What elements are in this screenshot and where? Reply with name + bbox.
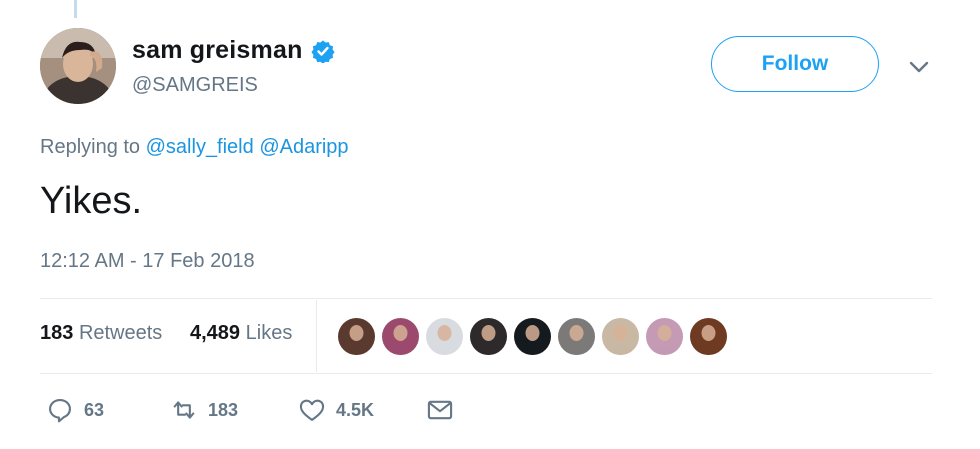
retweets-label: Retweets <box>78 322 163 344</box>
mention-link-adaripp[interactable]: @Adaripp <box>259 136 348 158</box>
verified-badge-icon <box>310 40 335 63</box>
tweet-header: sam greisman @SAMGREIS Follow <box>40 28 940 108</box>
liker-avatars <box>336 316 729 357</box>
likes-stat[interactable]: 4,489 Likes <box>190 322 292 345</box>
like-button[interactable]: 4.5K <box>298 396 374 424</box>
retweet-icon <box>173 401 195 419</box>
direct-message-button[interactable] <box>426 396 454 424</box>
liker-avatar[interactable] <box>512 316 553 357</box>
tweet-actions: 63 183 4.5K <box>40 390 640 434</box>
retweet-button[interactable]: 183 <box>170 396 238 424</box>
liker-avatar[interactable] <box>644 316 685 357</box>
retweet-count: 183 <box>208 399 239 420</box>
retweets-count: 183 <box>40 322 74 344</box>
liker-avatar[interactable] <box>556 316 597 357</box>
heart-icon <box>299 399 325 421</box>
avatar[interactable] <box>40 28 116 104</box>
thread-connector-line <box>74 0 77 18</box>
liker-avatar[interactable] <box>468 316 509 357</box>
like-count: 4.5K <box>336 399 375 420</box>
reply-count: 63 <box>84 399 105 420</box>
divider-bottom <box>40 373 932 374</box>
stats-divider <box>316 300 317 372</box>
liker-avatar[interactable] <box>380 316 421 357</box>
mention-link-sally-field[interactable]: @sally_field <box>146 136 254 158</box>
liker-avatar[interactable] <box>336 316 377 357</box>
envelope-icon <box>427 400 453 420</box>
divider-top <box>40 298 932 299</box>
likes-count: 4,489 <box>190 322 241 344</box>
retweets-stat[interactable]: 183 Retweets <box>40 322 162 345</box>
display-name[interactable]: sam greisman <box>132 36 303 65</box>
liker-avatar[interactable] <box>600 316 641 357</box>
tweet-stats: 183 Retweets 4,489 Likes <box>40 300 932 372</box>
reply-context-prefix: Replying to <box>40 136 141 158</box>
reply-button[interactable]: 63 <box>46 396 104 424</box>
chevron-down-icon[interactable] <box>906 54 932 80</box>
user-handle[interactable]: @SAMGREIS <box>132 74 258 97</box>
tweet-timestamp[interactable]: 12:12 AM - 17 Feb 2018 <box>40 250 255 273</box>
liker-avatar[interactable] <box>424 316 465 357</box>
liker-avatar[interactable] <box>688 316 729 357</box>
follow-button[interactable]: Follow <box>711 36 879 92</box>
likes-label: Likes <box>245 322 293 344</box>
reply-context: Replying to @sally_field @Adaripp <box>40 136 349 159</box>
reply-icon <box>49 399 71 423</box>
tweet-text: Yikes. <box>40 180 143 222</box>
